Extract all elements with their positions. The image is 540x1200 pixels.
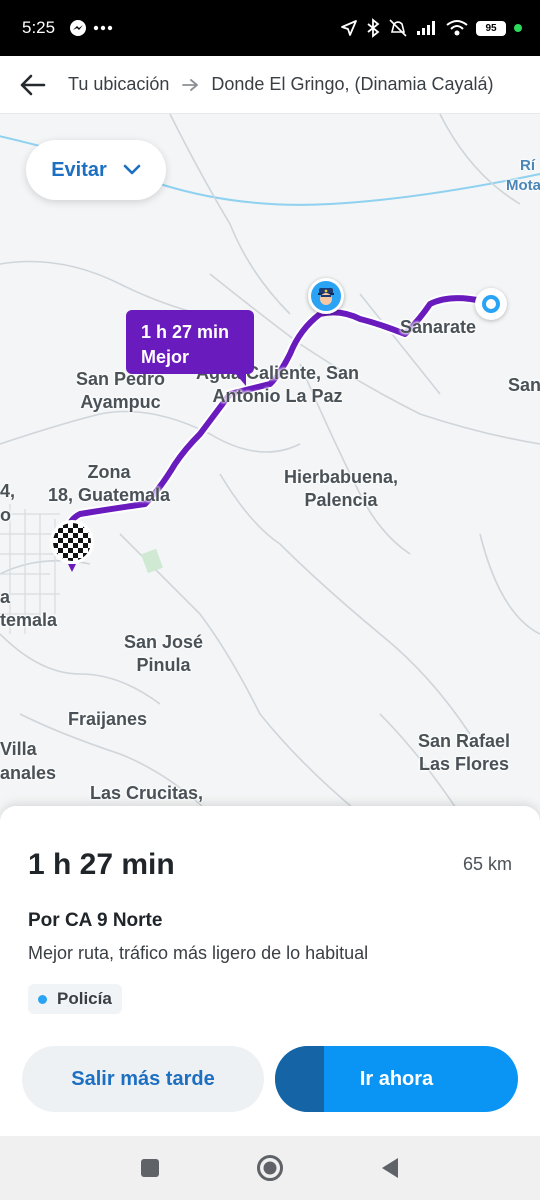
route-destination[interactable]: Donde El Gringo, (Dinamia Cayalá) (211, 74, 493, 95)
route-bubble[interactable]: 1 h 27 min Mejor (126, 310, 254, 386)
go-now-label: Ir ahora (359, 1067, 434, 1090)
system-back-button[interactable] (370, 1148, 410, 1188)
battery-indicator: 95 (476, 20, 506, 36)
map-view[interactable]: Sanarate San Pedro Ayampuc Agua Caliente… (0, 114, 540, 814)
status-bar: 5:25 95 (0, 0, 540, 56)
go-now-progress (275, 1046, 324, 1112)
status-time: 5:25 (22, 18, 56, 37)
police-officer-icon (318, 288, 334, 305)
avoid-button[interactable]: Evitar (26, 140, 166, 200)
map-label-san-jose-pinula: San José Pinula (124, 632, 204, 675)
map-label-fraijanes: Fraijanes (68, 709, 148, 729)
police-marker[interactable] (308, 278, 344, 314)
location-arrow-icon (340, 19, 358, 37)
leave-later-button[interactable]: Salir más tarde (22, 1046, 264, 1112)
route-header: Tu ubicación Donde El Gringo, (Dinamia C… (0, 56, 540, 114)
messenger-icon (69, 19, 87, 37)
system-nav-bar (0, 1136, 540, 1200)
map-label-edge-4: 4, (0, 481, 16, 501)
map-label-las-crucitas: Las Crucitas, (90, 783, 204, 803)
wifi-icon (446, 19, 468, 37)
route-distance: 65 km (462, 854, 512, 874)
police-dot-icon (38, 994, 47, 1004)
bluetooth-icon (366, 18, 380, 38)
recents-square-icon (141, 1159, 159, 1177)
back-button[interactable] (18, 70, 48, 100)
signal-icon (416, 20, 438, 36)
route-origin[interactable]: Tu ubicación (68, 74, 169, 95)
route-bubble-tag: Mejor (141, 347, 190, 367)
route-duration: 1 h 27 min (28, 848, 175, 881)
map-label-edge-mota: Mota (506, 177, 540, 194)
route-bubble-duration: 1 h 27 min (141, 322, 230, 342)
home-circle-icon (257, 1155, 283, 1181)
chevron-down-icon (123, 164, 141, 175)
go-now-button[interactable]: Ir ahora (275, 1046, 518, 1112)
map-label-san-pedro: San Pedro Ayampuc (76, 369, 166, 412)
police-chip[interactable]: Policía (28, 984, 122, 1014)
origin-marker[interactable] (475, 288, 507, 320)
home-button[interactable] (250, 1148, 290, 1188)
map-label-edge-anales: anales (0, 763, 57, 783)
arrow-left-icon (20, 74, 46, 95)
more-notifications-icon (93, 25, 113, 31)
map-label-edge-san: San (508, 375, 540, 395)
police-chip-label: Policía (57, 989, 112, 1008)
active-dot-icon (514, 24, 522, 32)
recents-button[interactable] (130, 1148, 170, 1188)
map-label-zona18: Zona 18, Guatemala (48, 462, 171, 505)
arrow-right-icon (181, 78, 199, 92)
map-label-san-rafael: San Rafael Las Flores (418, 731, 511, 774)
leave-later-label: Salir más tarde (71, 1067, 215, 1090)
destination-marker[interactable] (48, 518, 96, 574)
map-label-edge-o: o (0, 505, 11, 525)
avoid-button-label: Evitar (51, 158, 107, 181)
mute-icon (388, 18, 408, 38)
back-triangle-icon (382, 1158, 398, 1178)
origin-marker-icon (482, 295, 500, 313)
checkered-flag-icon (50, 520, 94, 572)
map-label-sanarate: Sanarate (400, 317, 477, 337)
route-description: Mejor ruta, tráfico más ligero de lo hab… (28, 943, 369, 963)
route-via: Por CA 9 Norte (28, 910, 163, 931)
map-label-edge-a: a (0, 587, 11, 607)
route-details-sheet: 1 h 27 min 65 km Por CA 9 Norte Mejor ru… (0, 806, 540, 1136)
map-label-hierbabuena: Hierbabuena, Palencia (284, 467, 399, 510)
map-label-edge-temala: temala (0, 610, 58, 630)
map-label-edge-villa: Villa (0, 739, 37, 759)
